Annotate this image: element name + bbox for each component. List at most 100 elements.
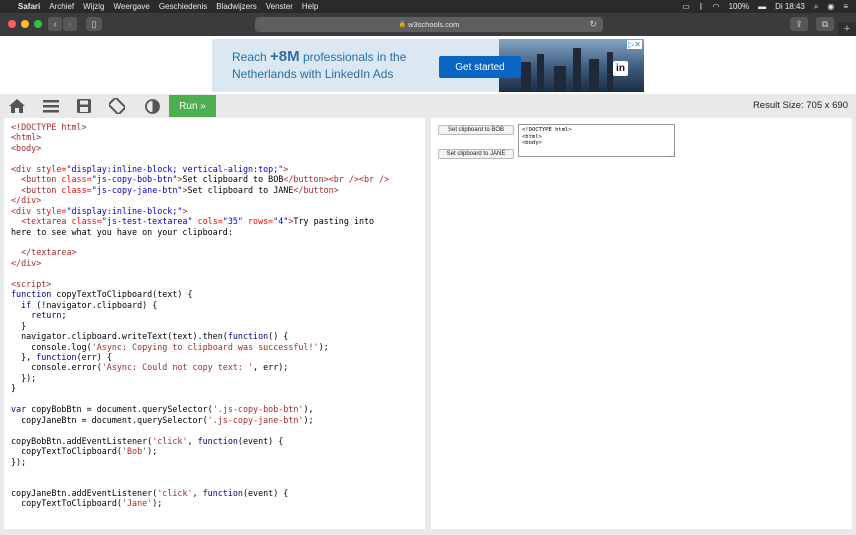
code-token: > <box>182 205 188 216</box>
linkedin-ad-banner[interactable]: Reach +8M professionals in the Netherlan… <box>212 39 644 92</box>
code-token: </div> <box>11 257 42 268</box>
tryit-toolbar: Run » Result Size: 705 x 690 <box>0 94 856 118</box>
code-token: </button> <box>293 184 339 195</box>
code-token: (!navigator.clipboard) { <box>31 299 158 310</box>
battery-icon[interactable]: ▬ <box>758 2 766 11</box>
code-token: (event) { <box>237 435 284 446</box>
reload-icon[interactable]: ↻ <box>589 19 597 30</box>
code-token: <button <box>11 174 57 185</box>
notification-center-icon[interactable]: ≡ <box>843 2 848 11</box>
code-token: } <box>11 383 17 394</box>
code-token: "4" <box>273 216 289 227</box>
code-token: }); <box>11 372 37 383</box>
ad-text-line2: Netherlands with LinkedIn Ads <box>232 67 394 81</box>
code-token: console.log( <box>11 341 92 352</box>
ad-choices-icon[interactable]: ▷✕ <box>627 40 642 49</box>
save-icon[interactable] <box>75 98 93 114</box>
menu-app-name[interactable]: Safari <box>18 2 40 11</box>
code-token: Try pasting into <box>293 216 375 227</box>
code-token: copyJaneBtn = document.querySelector( <box>11 414 208 425</box>
close-window-button[interactable] <box>8 20 16 28</box>
contrast-icon[interactable] <box>143 98 161 114</box>
bluetooth-icon[interactable]: ᛒ <box>699 2 704 11</box>
code-token: style= <box>31 205 67 216</box>
menu-bladwijzers[interactable]: Bladwijzers <box>216 2 256 11</box>
code-token: copyBobBtn.addEventListener( <box>11 435 153 446</box>
code-token: function <box>11 289 52 300</box>
code-token: var <box>11 404 27 415</box>
code-token: 'click' <box>157 487 193 498</box>
tabs-overview-button[interactable]: ⧉ <box>816 17 834 31</box>
code-token: class= <box>56 184 92 195</box>
set-clipboard-bob-button[interactable]: Set clipboard to BOB <box>438 125 514 135</box>
code-token: copyTextToClipboard( <box>11 446 122 457</box>
code-token: "display:inline-block; vertical-align:to… <box>66 163 284 174</box>
code-line: <html> <box>11 132 42 143</box>
address-bar[interactable]: 🔒 w3schools.com ↻ <box>255 17 603 32</box>
rotate-icon[interactable] <box>108 98 126 114</box>
code-token: ; <box>61 310 67 321</box>
code-token: </div> <box>11 195 42 206</box>
code-text[interactable]: <!DOCTYPE html> <html> <body> <div style… <box>4 118 425 509</box>
get-started-button[interactable]: Get started <box>439 56 521 78</box>
set-clipboard-jane-button[interactable]: Set clipboard to JANE <box>438 149 514 159</box>
sidebar-button[interactable]: ▯ <box>86 17 102 31</box>
run-button[interactable]: Run » <box>169 95 216 117</box>
chevron-left-icon: ‹ <box>53 19 57 29</box>
code-editor[interactable]: <!DOCTYPE html> <html> <body> <div style… <box>4 118 425 529</box>
siri-icon[interactable]: ◉ <box>827 2 834 11</box>
code-token: 'Async: Could not copy text: ' <box>101 362 254 373</box>
code-token: ); <box>303 414 314 425</box>
macos-menu-bar: Safari Archief Wijzig Weergave Geschiede… <box>0 0 856 13</box>
code-token: function <box>202 487 243 498</box>
back-button[interactable]: ‹ <box>48 17 62 31</box>
resize-handle-icon[interactable] <box>669 151 675 157</box>
code-token: style= <box>31 163 67 174</box>
ad-headline: Reach +8M professionals in the Netherlan… <box>232 48 406 83</box>
new-tab-button[interactable]: + <box>838 22 856 36</box>
battery-percent: 100% <box>728 2 750 11</box>
code-token: 'Jane' <box>121 498 153 509</box>
code-token: <script> <box>11 278 52 289</box>
clock[interactable]: Di 18:43 <box>775 2 805 11</box>
menu-venster[interactable]: Venster <box>266 2 293 11</box>
code-token: Set clipboard to BOB <box>182 174 284 185</box>
code-token: }); <box>11 456 27 467</box>
code-token: rows= <box>242 216 274 227</box>
code-token: 'click' <box>152 435 188 446</box>
menu-help[interactable]: Help <box>302 2 318 11</box>
url-text: w3schools.com <box>408 20 460 29</box>
code-token: copyTextToClipboard(text) { <box>51 289 193 300</box>
minimize-window-button[interactable] <box>21 20 29 28</box>
code-token: function <box>197 435 238 446</box>
linkedin-logo: in <box>613 61 628 76</box>
tabs-icon: ⧉ <box>821 18 829 29</box>
clipboard-test-textarea[interactable]: <!DOCTYPE html> <html> <body> <box>518 124 675 157</box>
chevron-right-icon: › <box>68 19 72 29</box>
code-line: <!DOCTYPE html> <box>11 122 87 132</box>
spotlight-search-icon[interactable]: ⌕ <box>814 2 818 12</box>
code-token: here to see what you have on your clipbo… <box>11 226 233 237</box>
screen-mirror-icon[interactable]: ▭ <box>682 2 690 11</box>
menu-weergave[interactable]: Weergave <box>113 2 149 11</box>
plus-icon: + <box>843 23 851 35</box>
code-token: </textarea> <box>11 247 77 258</box>
wifi-icon[interactable]: ◠ <box>713 2 720 11</box>
zoom-window-button[interactable] <box>34 20 42 28</box>
forward-button[interactable]: › <box>63 17 77 31</box>
code-token: (event) { <box>242 487 289 498</box>
code-token: '.js-copy-bob-btn' <box>212 404 304 415</box>
menu-archief[interactable]: Archief <box>49 2 74 11</box>
code-token: cols= <box>192 216 223 227</box>
code-token: "35" <box>222 216 243 227</box>
code-line: <body> <box>11 142 42 153</box>
code-token: "js-test-textarea" <box>101 216 193 227</box>
menu-wijzig[interactable]: Wijzig <box>83 2 104 11</box>
menu-geschiedenis[interactable]: Geschiedenis <box>159 2 207 11</box>
code-token: , <box>192 487 203 498</box>
share-button[interactable]: ⇪ <box>790 17 808 31</box>
menu-icon[interactable] <box>42 98 60 114</box>
home-icon[interactable] <box>8 98 26 114</box>
code-token: ); <box>147 446 158 457</box>
result-panel: Set clipboard to BOB Set clipboard to JA… <box>431 118 852 529</box>
